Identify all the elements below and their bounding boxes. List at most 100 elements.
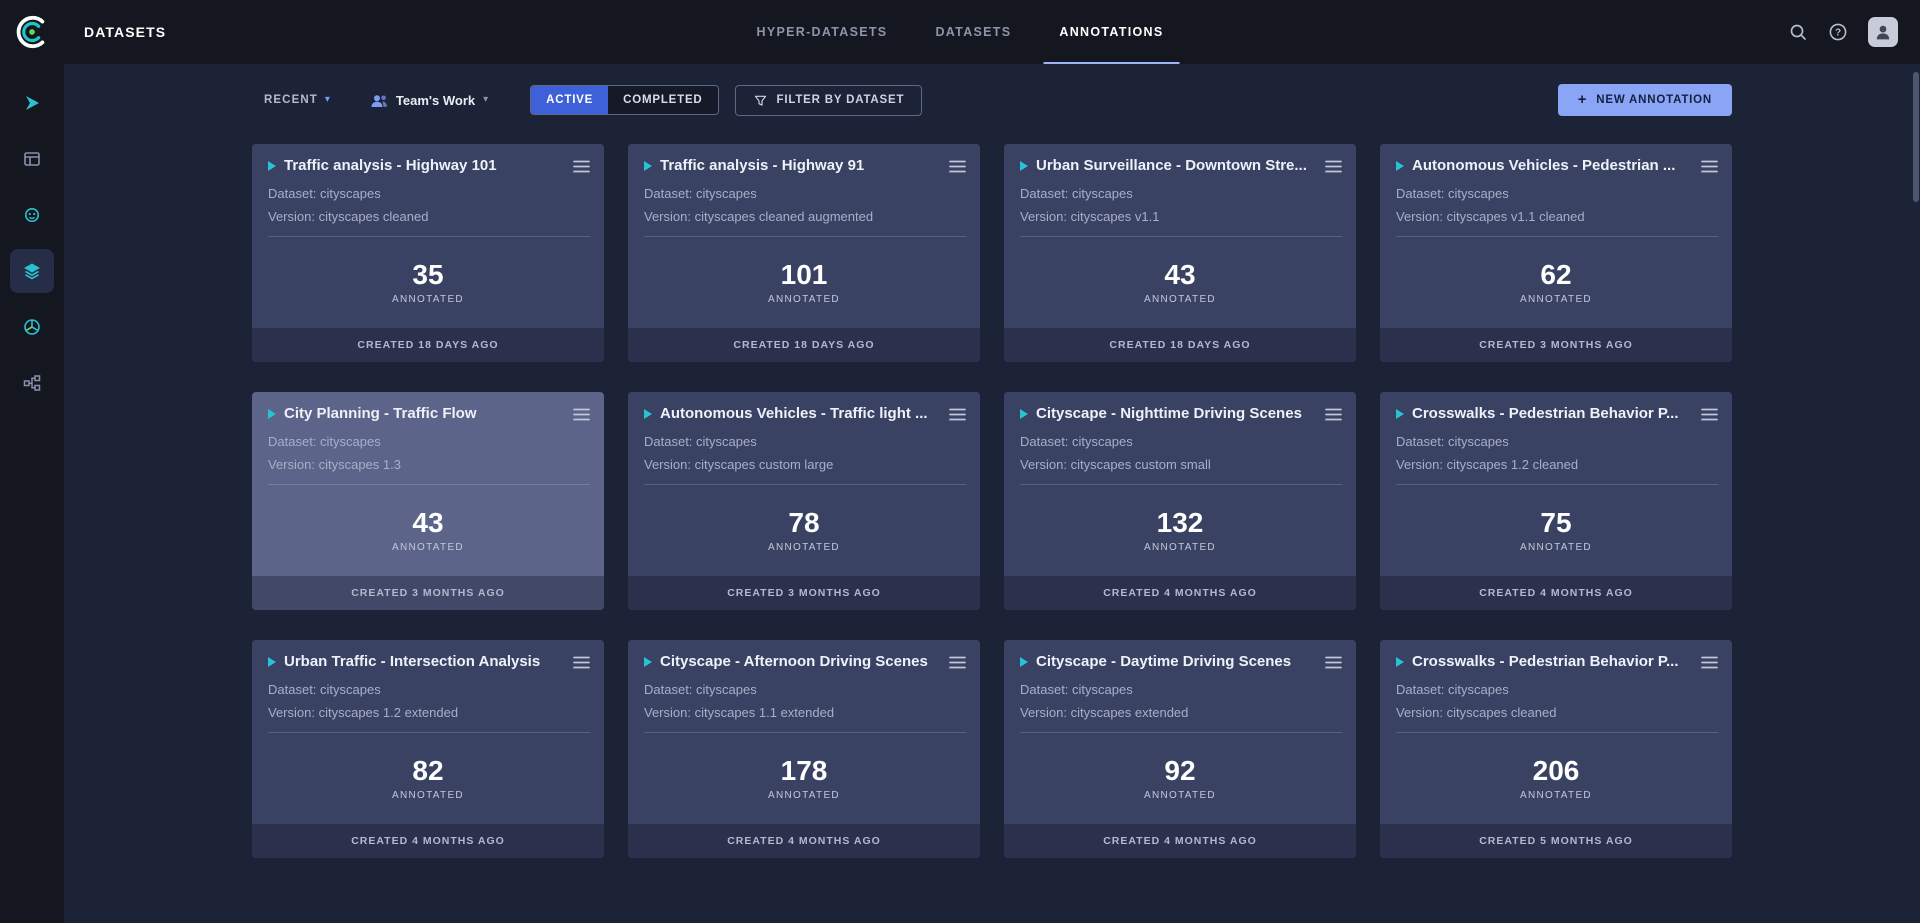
annotation-card[interactable]: Urban Surveillance - Downtown Stre... Da…: [1004, 144, 1356, 362]
hamburger-menu-icon: [573, 656, 590, 669]
projects-icon: [22, 149, 42, 169]
clearml-logo-icon: [14, 14, 50, 50]
card-created-footer: CREATED 4 MONTHS AGO: [628, 824, 980, 858]
annotation-card[interactable]: Cityscape - Nighttime Driving Scenes Dat…: [1004, 392, 1356, 610]
card-body: Autonomous Vehicles - Traffic light ... …: [628, 392, 980, 485]
sidebar-item-dashboard[interactable]: [10, 81, 54, 125]
play-icon: [644, 409, 652, 419]
help-button[interactable]: ?: [1828, 22, 1848, 42]
card-menu-button[interactable]: [1701, 157, 1718, 178]
segment-completed[interactable]: COMPLETED: [608, 86, 717, 114]
play-icon: [1396, 409, 1404, 419]
card-menu-button[interactable]: [949, 405, 966, 426]
new-annotation-label: NEW ANNOTATION: [1596, 94, 1712, 106]
annotated-label: ANNOTATED: [768, 542, 840, 553]
scope-label: Team's Work: [396, 93, 475, 108]
annotation-card[interactable]: Cityscape - Afternoon Driving Scenes Dat…: [628, 640, 980, 858]
card-title: Traffic analysis - Highway 91: [660, 157, 939, 174]
card-menu-button[interactable]: [573, 405, 590, 426]
app-logo[interactable]: [0, 14, 64, 50]
hamburger-menu-icon: [1701, 656, 1718, 669]
card-menu-button[interactable]: [1325, 157, 1342, 178]
hamburger-menu-icon: [1701, 408, 1718, 421]
annotated-count: 132: [1157, 508, 1204, 539]
annotated-count: 43: [412, 508, 443, 539]
plus-icon: +: [1578, 92, 1588, 107]
card-created-footer: CREATED 3 MONTHS AGO: [252, 576, 604, 610]
annotated-label: ANNOTATED: [1144, 542, 1216, 553]
annotated-label: ANNOTATED: [1144, 294, 1216, 305]
card-dataset-line: Dataset: cityscapes: [1020, 186, 1342, 201]
play-icon: [1020, 657, 1028, 667]
annotated-count: 101: [781, 260, 828, 291]
sidebar-item-projects[interactable]: [10, 137, 54, 181]
filter-by-dataset-button[interactable]: FILTER BY DATASET: [735, 85, 923, 116]
scope-dropdown[interactable]: Team's Work ▾: [370, 92, 488, 109]
card-dataset-line: Dataset: cityscapes: [644, 434, 966, 449]
card-menu-button[interactable]: [573, 653, 590, 674]
new-annotation-button[interactable]: + NEW ANNOTATION: [1558, 84, 1732, 116]
card-body: Urban Surveillance - Downtown Stre... Da…: [1004, 144, 1356, 237]
card-created-footer: CREATED 4 MONTHS AGO: [252, 824, 604, 858]
segment-active[interactable]: ACTIVE: [531, 86, 608, 114]
sidebar-item-pipelines[interactable]: [10, 361, 54, 405]
annotation-card[interactable]: Autonomous Vehicles - Traffic light ... …: [628, 392, 980, 610]
annotation-card[interactable]: Crosswalks - Pedestrian Behavior P... Da…: [1380, 640, 1732, 858]
hamburger-menu-icon: [949, 408, 966, 421]
scrollbar-thumb[interactable]: [1913, 72, 1919, 202]
search-button[interactable]: [1788, 22, 1808, 42]
cards-grid: Traffic analysis - Highway 101 Dataset: …: [252, 144, 1732, 858]
page-title: DATASETS: [84, 24, 166, 40]
card-dataset-line: Dataset: cityscapes: [1396, 434, 1718, 449]
card-version-line: Version: cityscapes cleaned: [1396, 705, 1718, 733]
sidebar-item-datasets[interactable]: [10, 249, 54, 293]
annotation-card[interactable]: Traffic analysis - Highway 91 Dataset: c…: [628, 144, 980, 362]
annotation-card[interactable]: Urban Traffic - Intersection Analysis Da…: [252, 640, 604, 858]
play-icon: [644, 657, 652, 667]
search-icon: [1788, 22, 1808, 42]
card-dataset-line: Dataset: cityscapes: [644, 682, 966, 697]
card-count-area: 75 ANNOTATED: [1380, 485, 1732, 576]
annotation-card[interactable]: Crosswalks - Pedestrian Behavior P... Da…: [1380, 392, 1732, 610]
annotation-card[interactable]: Traffic analysis - Highway 101 Dataset: …: [252, 144, 604, 362]
annotation-card[interactable]: City Planning - Traffic Flow Dataset: ci…: [252, 392, 604, 610]
scrollbar-track[interactable]: [1912, 64, 1920, 923]
card-menu-button[interactable]: [949, 653, 966, 674]
annotated-label: ANNOTATED: [768, 294, 840, 305]
tab-hyper-datasets[interactable]: HYPER-DATASETS: [733, 0, 912, 64]
card-menu-button[interactable]: [1701, 653, 1718, 674]
card-menu-button[interactable]: [1701, 405, 1718, 426]
hamburger-menu-icon: [573, 408, 590, 421]
card-title: Autonomous Vehicles - Traffic light ...: [660, 405, 939, 422]
card-menu-button[interactable]: [1325, 405, 1342, 426]
card-menu-button[interactable]: [949, 157, 966, 178]
card-title: Autonomous Vehicles - Pedestrian ...: [1412, 157, 1691, 174]
annotated-label: ANNOTATED: [392, 542, 464, 553]
card-dataset-line: Dataset: cityscapes: [1396, 682, 1718, 697]
card-menu-button[interactable]: [1325, 653, 1342, 674]
play-icon: [1020, 161, 1028, 171]
card-version-line: Version: cityscapes 1.1 extended: [644, 705, 966, 733]
card-version-line: Version: cityscapes 1.2 extended: [268, 705, 590, 733]
card-created-footer: CREATED 18 DAYS AGO: [1004, 328, 1356, 362]
annotation-card[interactable]: Cityscape - Daytime Driving Scenes Datas…: [1004, 640, 1356, 858]
sort-dropdown[interactable]: RECENT ▾: [264, 94, 330, 106]
svg-text:?: ?: [1835, 28, 1841, 39]
card-created-footer: CREATED 4 MONTHS AGO: [1380, 576, 1732, 610]
card-body: Cityscape - Afternoon Driving Scenes Dat…: [628, 640, 980, 733]
workers-icon: [22, 205, 42, 225]
card-created-footer: CREATED 5 MONTHS AGO: [1380, 824, 1732, 858]
annotated-label: ANNOTATED: [392, 294, 464, 305]
card-title: Urban Traffic - Intersection Analysis: [284, 653, 563, 670]
user-avatar-button[interactable]: [1868, 17, 1898, 47]
sidebar-item-applications[interactable]: [10, 305, 54, 349]
card-menu-button[interactable]: [573, 157, 590, 178]
card-title: Cityscape - Nighttime Driving Scenes: [1036, 405, 1315, 422]
card-body: Traffic analysis - Highway 91 Dataset: c…: [628, 144, 980, 237]
sidebar-item-workers[interactable]: [10, 193, 54, 237]
annotation-card[interactable]: Autonomous Vehicles - Pedestrian ... Dat…: [1380, 144, 1732, 362]
tab-datasets[interactable]: DATASETS: [911, 0, 1035, 64]
annotated-label: ANNOTATED: [1520, 790, 1592, 801]
filter-label: FILTER BY DATASET: [777, 94, 905, 106]
tab-annotations[interactable]: ANNOTATIONS: [1035, 0, 1187, 64]
